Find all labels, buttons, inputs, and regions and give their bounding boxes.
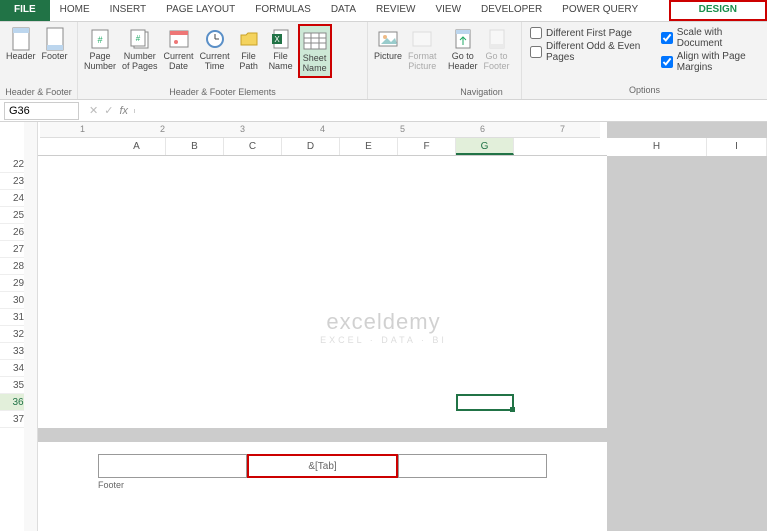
tab-developer[interactable]: DEVELOPER	[471, 0, 552, 21]
file-name-button[interactable]: XFile Name	[266, 24, 296, 74]
footer-section[interactable]: &[Tab]	[98, 454, 547, 478]
col-h[interactable]: H	[607, 138, 707, 156]
col-d[interactable]: D	[282, 138, 340, 155]
clock-icon	[202, 26, 228, 52]
footer-center[interactable]: &[Tab]	[247, 454, 398, 478]
format-picture-button: Format Picture	[406, 24, 439, 74]
goto-footer-button: Go to Footer	[482, 24, 512, 74]
tab-page-layout[interactable]: PAGE LAYOUT	[156, 0, 245, 21]
col-g[interactable]: G	[456, 138, 514, 155]
file-path-button[interactable]: File Path	[234, 24, 264, 74]
calendar-icon	[166, 26, 192, 52]
folder-icon	[236, 26, 262, 52]
picture-button[interactable]: Picture	[372, 24, 404, 64]
formula-bar-row: ✕ ✓ fx	[0, 100, 767, 122]
vertical-ruler	[24, 122, 38, 531]
format-picture-icon	[409, 26, 435, 52]
group-elements: Header & Footer Elements	[82, 85, 363, 97]
horizontal-ruler: 1 2 3 4 5 6 7	[40, 122, 600, 138]
tab-file[interactable]: FILE	[0, 0, 50, 21]
scale-doc-checkbox[interactable]: Scale with Document	[661, 26, 759, 50]
current-date-button[interactable]: Current Date	[162, 24, 196, 74]
page-number-button[interactable]: #Page Number	[82, 24, 118, 74]
footer-label: Footer	[98, 480, 547, 490]
col-c[interactable]: C	[224, 138, 282, 155]
svg-text:#: #	[97, 35, 102, 45]
tab-view[interactable]: VIEW	[425, 0, 471, 21]
footer-left[interactable]	[98, 454, 247, 478]
formula-bar[interactable]	[134, 109, 767, 113]
ribbon-tabs: FILE HOME INSERT PAGE LAYOUT FORMULAS DA…	[0, 0, 767, 22]
name-box[interactable]	[4, 102, 79, 120]
col-f[interactable]: F	[398, 138, 456, 155]
diff-odd-even-checkbox[interactable]: Different Odd & Even Pages	[530, 40, 643, 64]
goto-header-button[interactable]: Go to Header	[446, 24, 480, 74]
col-i[interactable]: I	[707, 138, 767, 156]
goto-header-icon	[450, 26, 476, 52]
tab-formulas[interactable]: FORMULAS	[245, 0, 321, 21]
col-b[interactable]: B	[166, 138, 224, 155]
diff-first-page-checkbox[interactable]: Different First Page	[530, 26, 643, 40]
footer-right[interactable]	[398, 454, 547, 478]
number-of-pages-button[interactable]: #Number of Pages	[120, 24, 160, 74]
picture-icon	[375, 26, 401, 52]
footer-button[interactable]: Footer	[40, 24, 70, 64]
ribbon: Header Footer Header & Footer #Page Numb…	[0, 22, 767, 100]
group-options: Options	[530, 83, 759, 95]
footer-icon	[42, 26, 68, 52]
tab-data[interactable]: DATA	[321, 0, 366, 21]
svg-text:#: #	[136, 34, 141, 43]
excel-file-icon: X	[268, 26, 294, 52]
group-navigation: Navigation	[446, 85, 517, 97]
tab-review[interactable]: REVIEW	[366, 0, 425, 21]
align-margins-checkbox[interactable]: Align with Page Margins	[661, 50, 759, 74]
pages-icon: #	[127, 26, 153, 52]
sheet-grid-icon	[302, 28, 328, 54]
selected-cell[interactable]	[456, 394, 514, 411]
tab-power-query[interactable]: POWER QUERY	[552, 0, 648, 21]
group-header-footer: Header & Footer	[4, 85, 73, 97]
header-button[interactable]: Header	[4, 24, 38, 64]
worksheet-area: 1 2 3 4 5 6 7 A B C D E F G H I 22 23 24…	[0, 122, 767, 531]
col-a[interactable]: A	[108, 138, 166, 155]
header-icon	[8, 26, 34, 52]
goto-footer-icon	[484, 26, 510, 52]
tab-home[interactable]: HOME	[50, 0, 100, 21]
svg-text:X: X	[274, 35, 280, 44]
page-number-icon: #	[87, 26, 113, 52]
cell-grid[interactable]	[38, 156, 767, 428]
cancel-icon[interactable]: ✕	[89, 104, 98, 117]
tab-design[interactable]: DESIGN	[669, 0, 767, 21]
col-e[interactable]: E	[340, 138, 398, 155]
enter-icon[interactable]: ✓	[104, 104, 113, 117]
fx-icon[interactable]: fx	[119, 105, 128, 117]
current-time-button[interactable]: Current Time	[198, 24, 232, 74]
tab-insert[interactable]: INSERT	[100, 0, 157, 21]
sheet-name-button[interactable]: Sheet Name	[298, 24, 332, 78]
